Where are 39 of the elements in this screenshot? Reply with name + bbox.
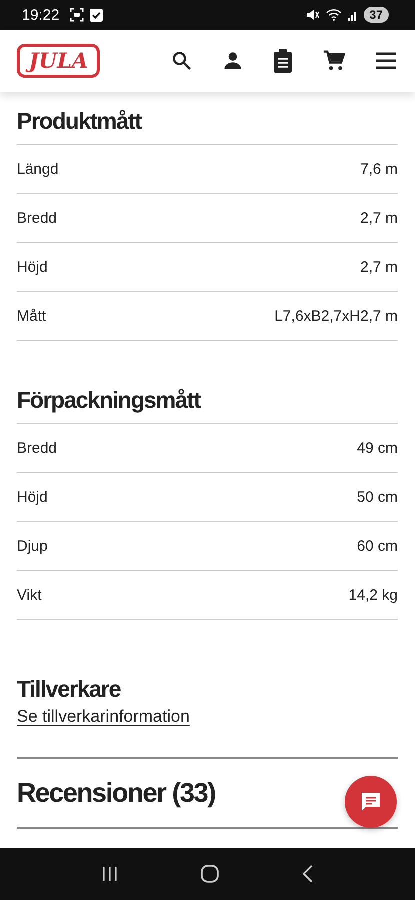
- spec-value: 2,7 m: [360, 210, 398, 226]
- spec-value: 2,7 m: [360, 258, 398, 276]
- spec-label: Höjd: [17, 488, 48, 506]
- reviews-heading[interactable]: Recensioner (33): [17, 778, 216, 808]
- spec-label: Djup: [17, 538, 48, 554]
- search-icon[interactable]: [171, 50, 193, 72]
- chat-icon: [360, 791, 382, 813]
- spec-label: Bredd: [17, 210, 58, 226]
- mute-icon: [306, 9, 320, 21]
- clipboard-icon[interactable]: [273, 49, 293, 73]
- clock: 19:22: [22, 6, 60, 24]
- home-icon[interactable]: [200, 864, 220, 884]
- spec-value: L7,6xB2,7xH2,7 m: [274, 308, 398, 324]
- battery-indicator: 37: [364, 7, 389, 23]
- checkbox-icon: [90, 8, 103, 22]
- menu-icon[interactable]: [375, 52, 397, 70]
- spec-value: 7,6 m: [360, 160, 398, 178]
- spec-label: Bredd: [17, 440, 58, 456]
- spec-label: Höjd: [17, 258, 48, 276]
- wifi-icon: [326, 9, 342, 21]
- back-icon[interactable]: [302, 865, 314, 883]
- section-heading: Förpackningsmått: [17, 364, 398, 424]
- screenshot-icon: [70, 8, 84, 22]
- chat-button[interactable]: [345, 776, 397, 828]
- section-heading: Produktmått: [17, 92, 398, 145]
- spec-value: 60 cm: [357, 538, 398, 554]
- spec-label: Vikt: [17, 586, 42, 604]
- recents-icon[interactable]: [100, 866, 119, 882]
- cart-icon[interactable]: [323, 50, 345, 72]
- spec-value: 49 cm: [357, 440, 398, 456]
- person-icon[interactable]: [223, 51, 243, 71]
- section-heading: Tillverkare: [17, 675, 122, 704]
- manufacturer-link[interactable]: Se tillverkarinformation: [17, 707, 190, 727]
- spec-label: Mått: [17, 308, 46, 324]
- logo[interactable]: JULA: [17, 44, 100, 78]
- signal-icon: [348, 10, 358, 20]
- spec-value: 14,2 kg: [348, 586, 398, 604]
- spec-value: 50 cm: [357, 488, 398, 506]
- spec-label: Längd: [17, 160, 59, 178]
